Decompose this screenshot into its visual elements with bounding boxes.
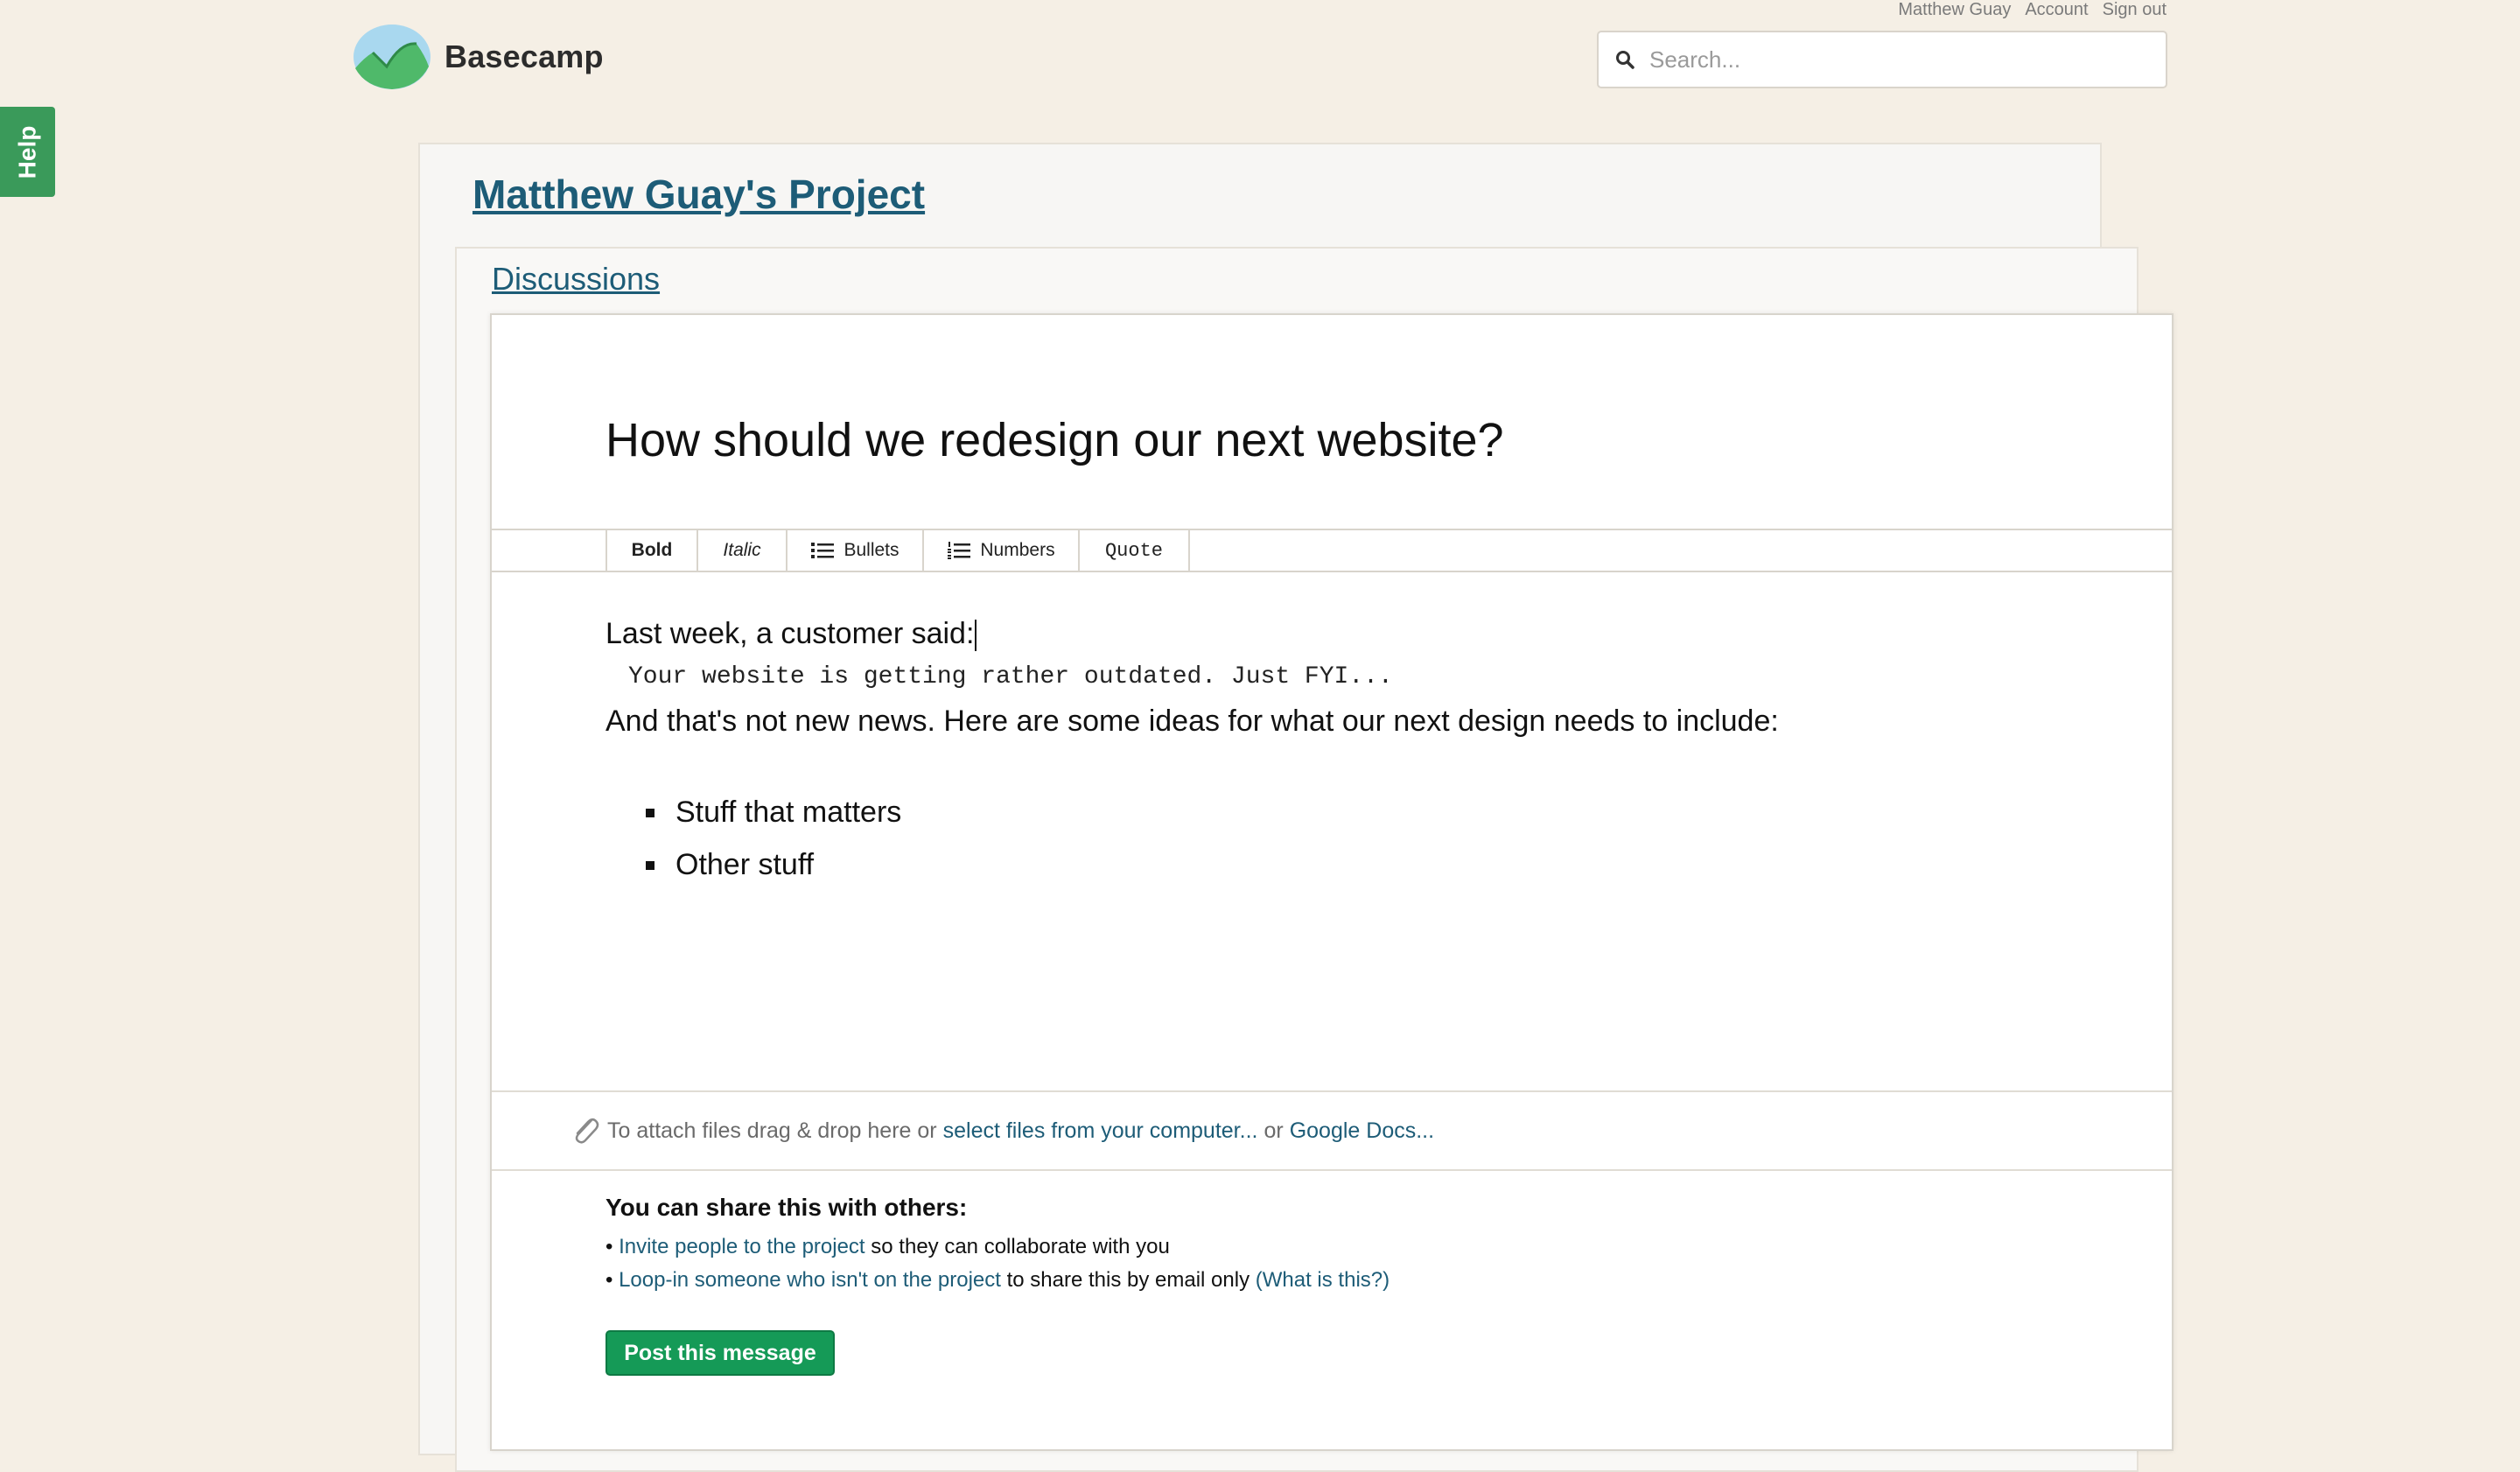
message-body-editor[interactable]: Last week, a customer said: Your website…	[606, 613, 2093, 891]
help-tab[interactable]: Help	[0, 107, 55, 197]
bullets-icon	[811, 543, 835, 558]
share-row-invite: • Invite people to the project so they c…	[606, 1230, 1390, 1264]
user-name-link[interactable]: Matthew Guay	[1898, 0, 2011, 20]
quote-label: Quote	[1104, 539, 1163, 562]
discussions-link[interactable]: Discussions	[492, 261, 660, 298]
body-bullet-list: Stuff that matters Other stuff	[606, 786, 2093, 891]
italic-button[interactable]: Italic	[698, 530, 788, 571]
basecamp-logo[interactable]: Basecamp	[352, 23, 604, 91]
bold-button[interactable]: Bold	[607, 530, 698, 571]
body-paragraph: And that's not new news. Here are some i…	[606, 704, 1779, 738]
bullet-char: •	[606, 1235, 613, 1258]
share-row-loop-in: • Loop-in someone who isn't on the proje…	[606, 1264, 1390, 1297]
message-editor-card: How should we redesign our next website?…	[490, 313, 2174, 1451]
basecamp-logo-icon	[354, 25, 430, 89]
search-icon	[1616, 51, 1634, 69]
numbers-button[interactable]: Numbers	[924, 530, 1080, 571]
list-item: Other stuff	[606, 838, 2093, 891]
numbers-icon	[948, 542, 971, 559]
help-tab-label: Help	[13, 125, 41, 179]
paperclip-icon	[575, 1118, 599, 1144]
numbers-label: Numbers	[980, 540, 1055, 560]
post-message-button[interactable]: Post this message	[606, 1330, 835, 1376]
body-lead-text: Last week, a customer said:	[606, 617, 975, 650]
select-files-link[interactable]: select files from your computer...	[943, 1118, 1258, 1144]
bullets-label: Bullets	[844, 540, 900, 560]
attach-files-bar[interactable]: To attach files drag & drop here or sele…	[492, 1090, 2172, 1171]
share-info: You can share this with others: • Invite…	[606, 1194, 1390, 1297]
invite-people-link[interactable]: Invite people to the project	[619, 1235, 865, 1258]
attach-or: or	[1264, 1118, 1284, 1143]
quote-button[interactable]: Quote	[1080, 530, 1190, 571]
search-box[interactable]	[1597, 31, 2167, 88]
bold-label: Bold	[631, 540, 673, 560]
loop-in-description: to share this by email only	[1006, 1268, 1250, 1292]
invite-description: so they can collaborate with you	[871, 1235, 1170, 1258]
list-item: Stuff that matters	[606, 786, 2093, 838]
what-is-this-link[interactable]: (What is this?)	[1256, 1268, 1390, 1292]
bullets-button[interactable]: Bullets	[788, 530, 924, 571]
formatting-toolbar: Bold Italic Bullets Numbers Quote	[492, 529, 2172, 572]
brand-name: Basecamp	[444, 39, 604, 74]
share-heading: You can share this with others:	[606, 1194, 968, 1221]
text-cursor	[975, 620, 977, 652]
message-subject-field[interactable]: How should we redesign our next website?	[606, 413, 1504, 467]
loop-in-link[interactable]: Loop-in someone who isn't on the project	[619, 1268, 1001, 1292]
sign-out-link[interactable]: Sign out	[2103, 0, 2166, 20]
user-links: Matthew Guay Account Sign out	[1898, 0, 2166, 20]
attach-prefix: To attach files drag & drop here or	[607, 1118, 937, 1143]
account-link[interactable]: Account	[2025, 0, 2088, 20]
project-title-link[interactable]: Matthew Guay's Project	[472, 171, 925, 218]
search-input[interactable]	[1648, 45, 2141, 74]
google-docs-link[interactable]: Google Docs...	[1290, 1118, 1434, 1144]
bullet-char: •	[606, 1268, 613, 1292]
body-lead-line: Last week, a customer said:	[606, 613, 2093, 655]
italic-label: Italic	[723, 540, 761, 560]
body-quote: Your website is getting rather outdated.…	[628, 663, 1393, 690]
